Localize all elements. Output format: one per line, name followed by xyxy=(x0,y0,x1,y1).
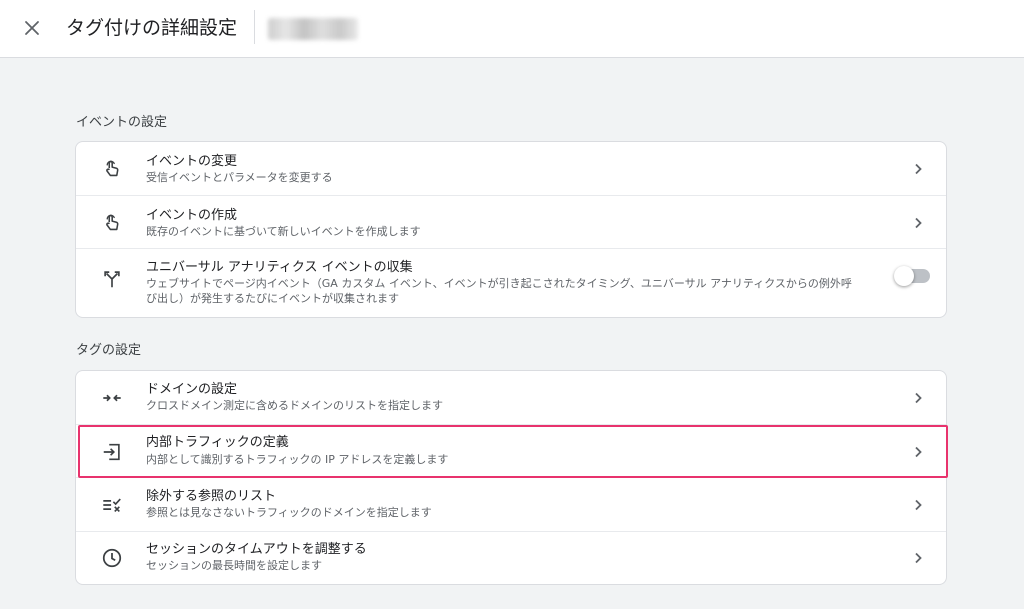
row-description: 既存のイベントに基づいて新しいイベントを作成します xyxy=(146,225,421,238)
row-adjust-session-timeout[interactable]: セッションのタイムアウトを調整する セッションの最長時間を設定します xyxy=(76,532,946,584)
row-description: 受信イベントとパラメータを変更する xyxy=(146,171,333,184)
row-title: ドメインの設定 xyxy=(146,382,238,397)
row-description: セッションの最長時間を設定します xyxy=(146,559,322,572)
row-define-internal-traffic[interactable]: 内部トラフィックの定義 内部として識別するトラフィックの IP アドレスを定義し… xyxy=(76,425,946,478)
rule-icon xyxy=(100,493,124,517)
row-description: 内部として識別するトラフィックの IP アドレスを定義します xyxy=(146,453,449,466)
tag-settings-card: ドメインの設定 クロスドメイン測定に含めるドメインのリストを指定します 内部トラ… xyxy=(75,370,947,585)
row-create-event[interactable]: イベントの作成 既存のイベントに基づいて新しいイベントを作成します xyxy=(76,196,946,249)
page-title: タグ付けの詳細設定 xyxy=(66,17,238,39)
close-icon xyxy=(25,21,39,35)
row-description: 参照とは見なさないトラフィックのドメインを指定します xyxy=(146,506,432,519)
chevron-right-icon[interactable] xyxy=(908,442,928,462)
compress-arrows-icon xyxy=(100,386,124,410)
row-title: ユニバーサル アナリティクス イベントの収集 xyxy=(146,260,413,275)
top-bar: タグ付けの詳細設定 xyxy=(0,0,1024,58)
chevron-right-icon[interactable] xyxy=(908,159,928,179)
chevron-right-icon[interactable] xyxy=(908,548,928,568)
events-settings-card: イベントの変更 受信イベントとパラメータを変更する イベントの作成 既存のイベン… xyxy=(75,141,947,318)
title-divider xyxy=(254,10,255,44)
row-title: イベントの作成 xyxy=(146,208,238,223)
section-heading-events: イベントの設定 xyxy=(76,115,168,130)
blurred-property-name xyxy=(268,18,358,40)
chevron-right-icon[interactable] xyxy=(908,495,928,515)
collect-ua-events-toggle[interactable] xyxy=(894,266,930,286)
row-description: クロスドメイン測定に含めるドメインのリストを指定します xyxy=(146,399,443,412)
clock-icon xyxy=(100,546,124,570)
row-title: セッションのタイムアウトを調整する xyxy=(146,542,367,557)
chevron-right-icon[interactable] xyxy=(908,213,928,233)
touch-icon xyxy=(100,157,124,181)
toggle-knob xyxy=(894,266,914,286)
row-title: 除外する参照のリスト xyxy=(146,489,277,504)
row-modify-event[interactable]: イベントの変更 受信イベントとパラメータを変更する xyxy=(76,142,946,196)
close-button[interactable] xyxy=(18,14,46,42)
row-description-line-2: び出し）が発生するたびにイベントが収集されます xyxy=(146,292,399,305)
section-heading-tags: タグの設定 xyxy=(76,343,142,358)
touch-icon xyxy=(100,211,124,235)
row-title: イベントの変更 xyxy=(146,154,238,169)
row-configure-domains[interactable]: ドメインの設定 クロスドメイン測定に含めるドメインのリストを指定します xyxy=(76,371,946,425)
row-title: 内部トラフィックの定義 xyxy=(146,435,289,450)
row-description-line-1: ウェブサイトでページ内イベント（GA カスタム イベント、イベントが引き起こされ… xyxy=(146,277,852,290)
row-collect-ua-events: ユニバーサル アナリティクス イベントの収集 ウェブサイトでページ内イベント（G… xyxy=(76,249,946,318)
row-exclude-referrals[interactable]: 除外する参照のリスト 参照とは見なさないトラフィックのドメインを指定します xyxy=(76,478,946,532)
input-icon xyxy=(100,440,124,464)
chevron-right-icon[interactable] xyxy=(908,388,928,408)
merge-arrows-icon xyxy=(100,267,124,291)
